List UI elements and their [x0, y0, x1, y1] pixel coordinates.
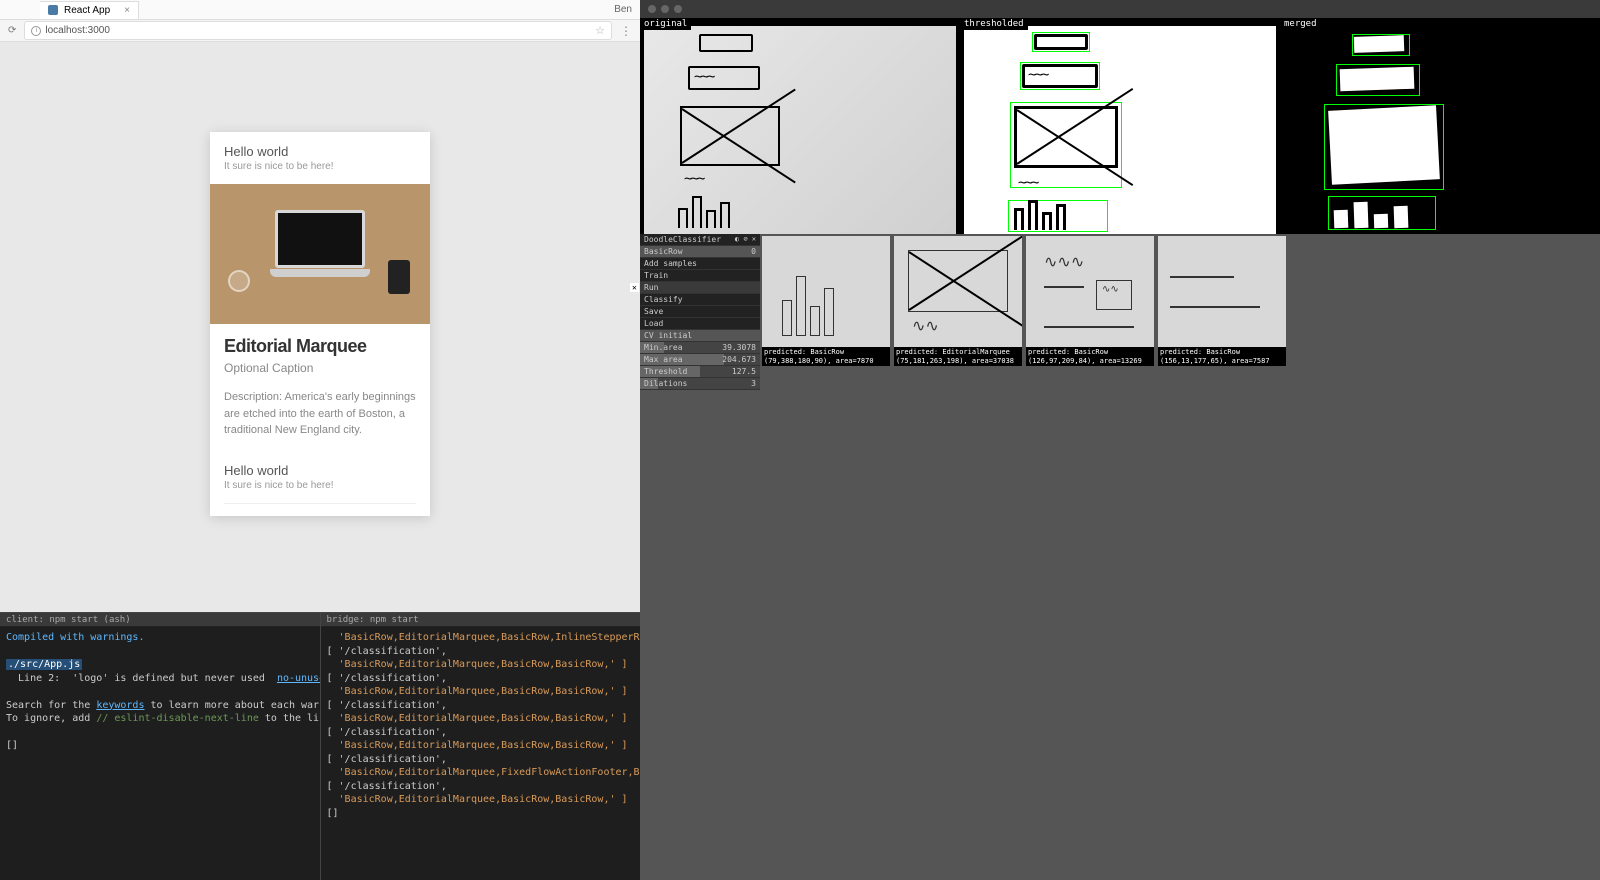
action-load[interactable]: Load [640, 318, 760, 330]
window-controls [640, 0, 1600, 18]
samples-row: predicted: BasicRow(79,388,180,90), area… [760, 234, 1288, 390]
row-title: Hello world [224, 463, 416, 478]
zoom-light[interactable] [674, 5, 682, 13]
param-min-area[interactable]: Min.area39.3078 [640, 342, 760, 354]
action-classify[interactable]: Classify [640, 294, 760, 306]
info-icon[interactable]: i [31, 26, 41, 36]
sample-thumbnail[interactable]: ∿∿ predicted: EditorialMarquee(75,181,26… [894, 236, 1022, 366]
view-label: merged [1280, 18, 1321, 30]
browser-tab[interactable]: React App × [40, 1, 139, 19]
sample-thumbnail[interactable]: ∿∿∿ ∿∿ predicted: BasicRow(126,97,209,84… [1026, 236, 1154, 366]
action-run[interactable]: ✕ Run [640, 282, 760, 294]
terminal-tab[interactable]: client: npm start (ash) [0, 613, 320, 627]
cv-view-thresholded: thresholded [960, 18, 1280, 234]
marquee-description: Description: America's early beginnings … [224, 389, 416, 439]
cv-view-merged: merged [1280, 18, 1600, 234]
control-panel: DoodleClassifier◐ ⊘ ✕ BasicRow0 Add samp… [640, 234, 760, 390]
marquee-title: Editorial Marquee [224, 336, 416, 357]
app-preview-card: Hello world It sure is nice to be here! [210, 132, 430, 516]
cv-controls-row: DoodleClassifier◐ ⊘ ✕ BasicRow0 Add samp… [640, 234, 1600, 390]
phone-icon [388, 260, 410, 294]
param-dilations[interactable]: Dilations3 [640, 378, 760, 390]
cv-app-window: original thresholded [640, 0, 1600, 880]
cv-views-row: original thresholded [640, 18, 1600, 234]
param-max-area[interactable]: Max area204.673 [640, 354, 760, 366]
laptop-icon [270, 210, 370, 290]
divider [224, 503, 416, 504]
sample-thumbnail[interactable]: predicted: BasicRow(156,13,177,65), area… [1158, 236, 1286, 366]
cv-section-header: CV initial [640, 330, 760, 342]
browser-viewport: Hello world It sure is nice to be here! [0, 42, 640, 612]
glass-icon [228, 270, 250, 292]
panel-title: DoodleClassifier◐ ⊘ ✕ [640, 234, 760, 246]
row-title: Hello world [224, 144, 416, 159]
browser-window: React App × Ben ⟳ i localhost:3000 ☆ ⋮ H… [0, 0, 640, 612]
class-selector[interactable]: BasicRow0 [640, 246, 760, 258]
action-add-samples[interactable]: Add samples [640, 258, 760, 270]
tab-title: React App [64, 5, 110, 16]
url-input[interactable]: i localhost:3000 ☆ [24, 21, 612, 40]
marquee-caption: Optional Caption [224, 361, 416, 375]
favicon-icon [48, 5, 58, 15]
action-train[interactable]: Train [640, 270, 760, 282]
terminal-left[interactable]: client: npm start (ash) Compiled with wa… [0, 613, 321, 880]
terminal-panel: client: npm start (ash) Compiled with wa… [0, 612, 640, 880]
browser-tab-strip: React App × Ben [0, 0, 640, 20]
browser-user: Ben [614, 4, 632, 15]
view-label: original [640, 18, 691, 30]
menu-icon[interactable]: ⋮ [620, 24, 632, 38]
action-save[interactable]: Save [640, 306, 760, 318]
reload-icon[interactable]: ⟳ [8, 25, 16, 36]
terminal-output: 'BasicRow,EditorialMarquee,BasicRow,Inli… [321, 627, 641, 880]
param-threshold[interactable]: Threshold127.5 [640, 366, 760, 378]
star-icon[interactable]: ☆ [595, 24, 605, 37]
terminal-right[interactable]: bridge: npm start 'BasicRow,EditorialMar… [321, 613, 641, 880]
basic-row: Hello world It sure is nice to be here! [210, 451, 430, 503]
minimize-light[interactable] [661, 5, 669, 13]
terminal-output: Compiled with warnings. ./src/App.js Lin… [0, 627, 320, 880]
row-subtitle: It sure is nice to be here! [224, 480, 416, 491]
marquee-image [210, 184, 430, 324]
row-subtitle: It sure is nice to be here! [224, 161, 416, 172]
sample-thumbnail[interactable]: predicted: BasicRow(79,388,180,90), area… [762, 236, 890, 366]
close-icon[interactable]: × [124, 5, 130, 16]
terminal-tab[interactable]: bridge: npm start [321, 613, 641, 627]
cv-view-original: original [640, 18, 960, 234]
basic-row: Hello world It sure is nice to be here! [210, 132, 430, 184]
editorial-marquee: Editorial Marquee Optional Caption Descr… [210, 324, 430, 451]
url-text: localhost:3000 [45, 25, 110, 36]
view-label: thresholded [960, 18, 1028, 30]
address-bar: ⟳ i localhost:3000 ☆ ⋮ [0, 20, 640, 42]
close-light[interactable] [648, 5, 656, 13]
